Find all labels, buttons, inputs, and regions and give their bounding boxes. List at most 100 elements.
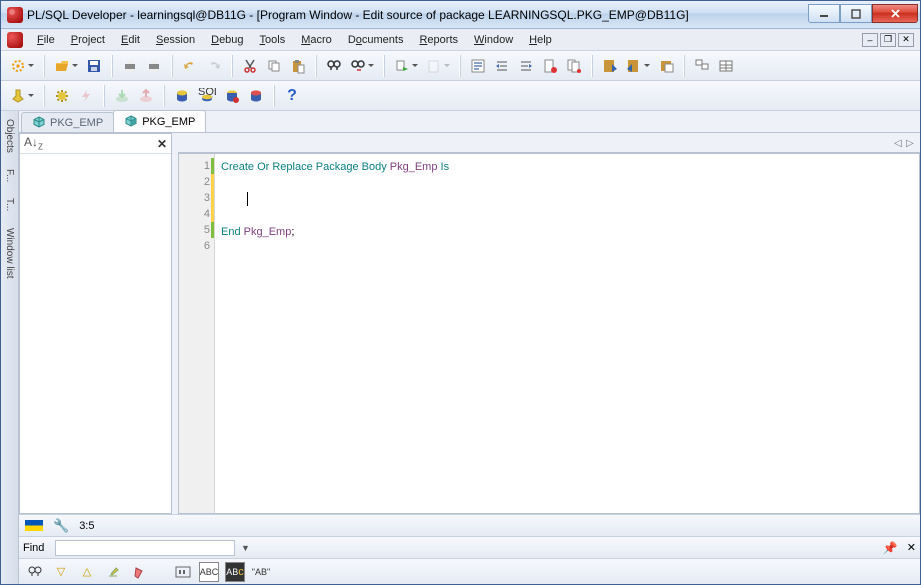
title-bar: PL/SQL Developer - learningsql@DB11G - [… xyxy=(1,1,920,29)
package-spec-icon xyxy=(32,116,46,130)
find-close-icon[interactable]: ✕ xyxy=(907,541,916,554)
rollback-button[interactable] xyxy=(135,85,157,107)
line-gutter: 1 2 3 4 5 6 xyxy=(179,154,215,513)
cut-button[interactable] xyxy=(239,55,261,77)
find-input[interactable] xyxy=(55,540,235,556)
sort-icon[interactable]: A↓Z xyxy=(24,135,43,151)
object-browser-body[interactable] xyxy=(20,154,171,513)
file-tabs: PKG_EMP PKG_EMP xyxy=(19,111,920,133)
tool-b-button[interactable] xyxy=(623,55,653,77)
whole-word-icon[interactable] xyxy=(173,562,193,582)
menu-help[interactable]: Help xyxy=(521,32,560,48)
vtab-t[interactable]: T... xyxy=(3,194,16,215)
menu-edit[interactable]: Edit xyxy=(113,32,148,48)
find-button[interactable] xyxy=(323,55,345,77)
mdi-minimize-button[interactable]: ‒ xyxy=(862,33,878,47)
commit-button[interactable] xyxy=(111,85,133,107)
close-button[interactable] xyxy=(872,4,918,23)
code-editor[interactable]: 1 2 3 4 5 6 Create Or Replace Package Bo… xyxy=(178,153,920,514)
copy-button[interactable] xyxy=(263,55,285,77)
grid-button[interactable] xyxy=(715,55,737,77)
flash-button[interactable] xyxy=(75,85,97,107)
tab-label: PKG_EMP xyxy=(50,117,103,129)
vtab-windowlist[interactable]: Window list xyxy=(3,224,16,283)
indent-button[interactable] xyxy=(491,55,513,77)
help-button[interactable]: ? xyxy=(281,85,303,107)
vtab-f[interactable]: F... xyxy=(3,165,16,186)
tool-c-button[interactable] xyxy=(655,55,677,77)
menu-file[interactable]: File xyxy=(29,32,63,48)
menu-window[interactable]: Window xyxy=(466,32,521,48)
object-browser-panel: A↓Z ✕ xyxy=(19,133,172,514)
tab-label: PKG_EMP xyxy=(142,116,195,128)
find-next-icon[interactable]: ▽ xyxy=(51,562,71,582)
toolbar-session: SQL ? xyxy=(1,81,920,111)
wrench-icon[interactable]: 🔧 xyxy=(53,518,69,534)
status-bar: 🔧 3:5 xyxy=(19,514,920,536)
menu-documents[interactable]: Documents xyxy=(340,32,412,48)
vertical-tabs: Objects F... T... Window list xyxy=(1,111,19,584)
menu-debug[interactable]: Debug xyxy=(203,32,251,48)
print-setup-button[interactable] xyxy=(143,55,165,77)
menu-bar: File Project Edit Session Debug Tools Ma… xyxy=(1,29,920,51)
menu-session[interactable]: Session xyxy=(148,32,203,48)
db-sql-button[interactable]: SQL xyxy=(195,85,219,107)
find-label: Find xyxy=(23,542,49,554)
menu-macro[interactable]: Macro xyxy=(293,32,340,48)
panel-close-button[interactable]: ✕ xyxy=(157,137,167,151)
tab-pkg-emp-spec[interactable]: PKG_EMP xyxy=(21,112,114,132)
clear-icon[interactable] xyxy=(129,562,149,582)
paste-button[interactable] xyxy=(287,55,309,77)
find-replace-button[interactable] xyxy=(347,55,377,77)
db-red-button[interactable] xyxy=(245,85,267,107)
find-all-icon[interactable] xyxy=(25,562,45,582)
redo-button[interactable] xyxy=(203,55,225,77)
find-bar: Find ▼ 📌 ✕ xyxy=(19,536,920,558)
undo-button[interactable] xyxy=(179,55,201,77)
db-yellow-button[interactable] xyxy=(171,85,193,107)
mdi-restore-button[interactable]: ❐ xyxy=(880,33,896,47)
execute-button[interactable] xyxy=(391,55,421,77)
mdi-close-button[interactable]: ✕ xyxy=(898,33,914,47)
new-button[interactable] xyxy=(7,55,37,77)
explain-plan-button[interactable] xyxy=(467,55,489,77)
unindent-button[interactable] xyxy=(515,55,537,77)
case-sensitive-icon[interactable]: ABC xyxy=(199,562,219,582)
find-toolbar: ▽ △ ABC ABc "AB" xyxy=(19,558,920,584)
maximize-button[interactable] xyxy=(840,4,872,23)
regex-icon[interactable]: ABc xyxy=(225,562,245,582)
vtab-objects[interactable]: Objects xyxy=(3,115,16,157)
scroll-left-icon[interactable]: ◁ xyxy=(894,138,904,148)
pin-icon[interactable]: 📌 xyxy=(883,541,897,555)
find-prev-icon[interactable]: △ xyxy=(77,562,97,582)
app-icon xyxy=(7,7,23,23)
save-button[interactable] xyxy=(83,55,105,77)
menu-project[interactable]: Project xyxy=(63,32,113,48)
code-area[interactable]: Create Or Replace Package Body Pkg_Emp I… xyxy=(215,154,919,513)
flag-icon xyxy=(25,520,43,531)
gear-button[interactable] xyxy=(51,85,73,107)
break-button[interactable] xyxy=(423,55,453,77)
highlight-icon[interactable] xyxy=(103,562,123,582)
toolbar-main xyxy=(1,51,920,81)
window-title: PL/SQL Developer - learningsql@DB11G - [… xyxy=(27,8,808,22)
menu-reports[interactable]: Reports xyxy=(411,32,466,48)
cursor-position: 3:5 xyxy=(79,520,94,532)
logon-button[interactable] xyxy=(7,85,37,107)
editor-tab-strip: ◁ ▷ xyxy=(178,133,920,153)
open-button[interactable] xyxy=(51,55,81,77)
minimize-button[interactable] xyxy=(808,4,840,23)
compile-all-button[interactable] xyxy=(563,55,585,77)
compile-button[interactable] xyxy=(539,55,561,77)
quote-icon[interactable]: "AB" xyxy=(251,562,271,582)
menu-tools[interactable]: Tools xyxy=(252,32,294,48)
tool-a-button[interactable] xyxy=(599,55,621,77)
window-list-button[interactable] xyxy=(691,55,713,77)
app-icon-small xyxy=(7,32,23,48)
scroll-right-icon[interactable]: ▷ xyxy=(906,138,916,148)
package-body-icon xyxy=(124,115,138,129)
find-dropdown-icon[interactable]: ▼ xyxy=(241,543,250,553)
tab-pkg-emp-body[interactable]: PKG_EMP xyxy=(113,110,206,132)
db-gear-button[interactable] xyxy=(221,85,243,107)
print-button[interactable] xyxy=(119,55,141,77)
